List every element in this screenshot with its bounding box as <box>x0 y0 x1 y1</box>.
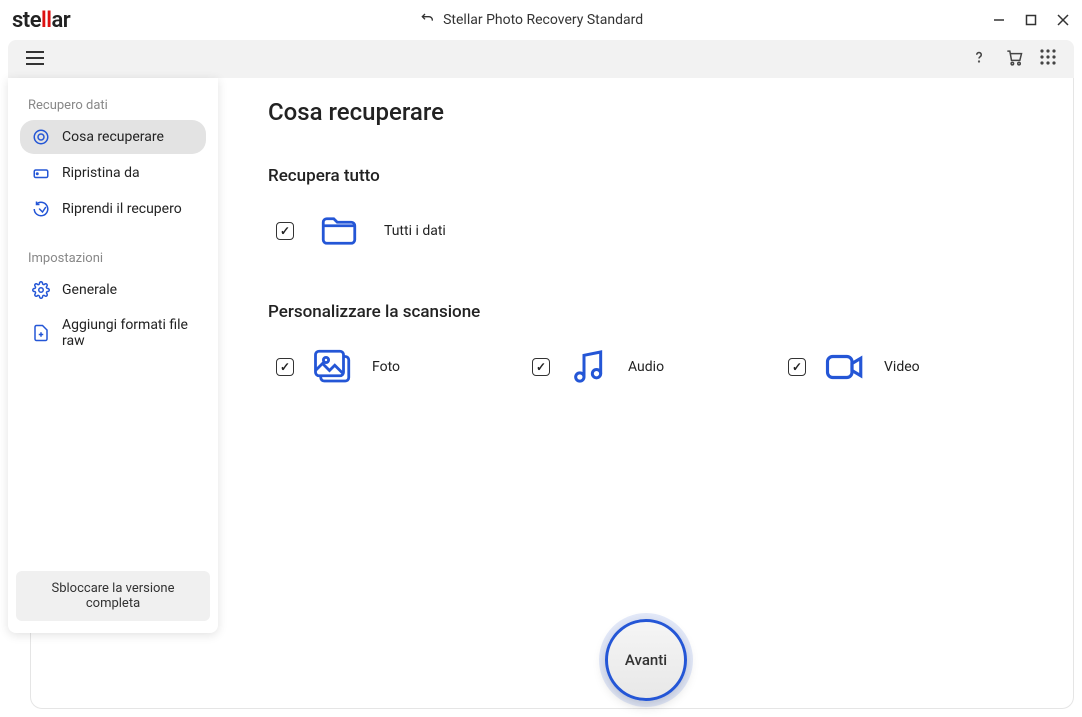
cart-button[interactable] <box>1004 47 1024 71</box>
next-button-container: Avanti <box>605 619 687 701</box>
resume-icon <box>32 200 50 218</box>
folder-icon <box>318 210 360 252</box>
menu-button[interactable] <box>26 50 44 69</box>
page-heading: Cosa recuperare <box>268 98 1044 126</box>
logo-post: ar <box>51 8 70 33</box>
sidebar: Recupero dati Cosa recuperare Ripristina… <box>8 78 218 633</box>
toolbar <box>8 40 1074 78</box>
audio-icon <box>568 346 610 388</box>
maximize-button[interactable] <box>1024 13 1038 27</box>
sidebar-item-label: Riprendi il recupero <box>62 201 182 217</box>
checkbox-audio[interactable] <box>532 358 550 376</box>
sidebar-item-general[interactable]: Generale <box>20 273 206 307</box>
sidebar-item-add-raw[interactable]: Aggiungi formati file raw <box>20 309 206 357</box>
next-button[interactable]: Avanti <box>605 619 687 701</box>
photo-icon <box>312 346 354 388</box>
product-title: Stellar Photo Recovery Standard <box>443 12 643 28</box>
window-controls <box>992 13 1070 27</box>
type-option-video: Video <box>788 346 1044 388</box>
customize-heading: Personalizzare la scansione <box>268 302 1044 322</box>
video-icon <box>824 346 866 388</box>
app-logo: stellar <box>12 8 70 33</box>
sidebar-item-recover-from[interactable]: Ripristina da <box>20 156 206 190</box>
titlebar: stellar Stellar Photo Recovery Standard <box>0 0 1082 40</box>
logo-red: ll <box>41 8 51 33</box>
gear-icon <box>32 281 50 299</box>
type-option-audio: Audio <box>532 346 788 388</box>
sidebar-item-label: Aggiungi formati file raw <box>62 317 194 349</box>
sidebar-item-resume-recovery[interactable]: Riprendi il recupero <box>20 192 206 226</box>
title-center: Stellar Photo Recovery Standard <box>70 10 992 30</box>
help-button[interactable] <box>970 48 988 70</box>
checkbox-photo[interactable] <box>276 358 294 376</box>
file-add-icon <box>32 324 50 342</box>
close-button[interactable] <box>1056 13 1070 27</box>
sidebar-item-label: Ripristina da <box>62 165 140 181</box>
sidebar-item-label: Generale <box>62 282 117 298</box>
checkbox-video[interactable] <box>788 358 806 376</box>
drive-icon <box>32 164 50 182</box>
main-panel: Cosa recuperare Recupera tutto Tutti i d… <box>218 78 1074 709</box>
type-option-photo: Foto <box>276 346 532 388</box>
video-label: Video <box>884 359 920 375</box>
audio-label: Audio <box>628 359 664 375</box>
back-icon[interactable] <box>419 10 435 30</box>
sidebar-item-label: Cosa recuperare <box>62 129 164 145</box>
photo-label: Foto <box>372 359 400 375</box>
recover-all-heading: Recupera tutto <box>268 166 1044 186</box>
all-data-label: Tutti i dati <box>384 223 446 239</box>
recover-all-row: Tutti i dati <box>268 210 1044 252</box>
target-icon <box>32 128 50 146</box>
logo-pre: ste <box>12 8 41 33</box>
customize-grid: Foto Audio Video <box>268 346 1044 388</box>
checkbox-all-data[interactable] <box>276 222 294 240</box>
apps-grid-button[interactable] <box>1040 49 1056 69</box>
minimize-button[interactable] <box>992 13 1006 27</box>
sidebar-section-settings: Impostazioni <box>16 243 210 272</box>
sidebar-item-what-recover[interactable]: Cosa recuperare <box>20 120 206 154</box>
unlock-full-version-button[interactable]: Sbloccare la versione completa <box>16 571 210 621</box>
sidebar-section-recovery: Recupero dati <box>16 90 210 119</box>
